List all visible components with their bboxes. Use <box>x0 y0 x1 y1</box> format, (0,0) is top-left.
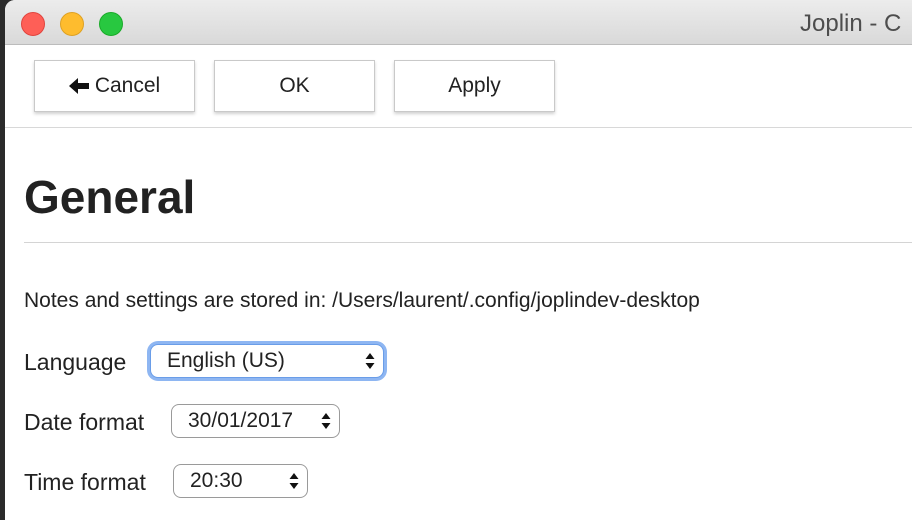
language-select[interactable]: English (US) <box>150 344 384 378</box>
date-format-label: Date format <box>24 409 145 435</box>
storage-info-text: Notes and settings are stored in: /Users… <box>24 289 700 312</box>
title-bar[interactable]: Joplin - C <box>5 0 912 45</box>
title-divider <box>24 242 912 243</box>
arrow-left-icon <box>68 78 89 94</box>
apply-button[interactable]: Apply <box>394 60 555 112</box>
apply-button-label: Apply <box>448 74 501 97</box>
updown-icon <box>289 473 299 489</box>
ok-button[interactable]: OK <box>214 60 375 112</box>
toolbar: Cancel OK Apply <box>5 45 912 128</box>
language-select-value: English (US) <box>167 349 285 372</box>
time-format-select[interactable]: 20:30 <box>173 464 308 498</box>
language-label: Language <box>24 349 127 375</box>
cancel-button[interactable]: Cancel <box>34 60 195 112</box>
page-title: General <box>24 171 196 223</box>
time-format-select-value: 20:30 <box>190 469 243 492</box>
updown-icon <box>321 413 331 429</box>
date-format-select-value: 30/01/2017 <box>188 409 294 432</box>
ok-button-label: OK <box>279 74 310 97</box>
minimize-window-button[interactable] <box>60 12 84 36</box>
time-format-label: Time format <box>24 469 146 495</box>
cancel-button-label: Cancel <box>94 74 161 97</box>
settings-content: General Notes and settings are stored in… <box>5 128 912 520</box>
updown-icon <box>365 353 375 369</box>
date-format-select[interactable]: 30/01/2017 <box>171 404 340 438</box>
close-window-button[interactable] <box>21 12 45 36</box>
window-title: Joplin - C <box>800 10 902 37</box>
maximize-window-button[interactable] <box>99 12 123 36</box>
app-window: Joplin - C Cancel OK Apply General Notes… <box>5 0 912 520</box>
